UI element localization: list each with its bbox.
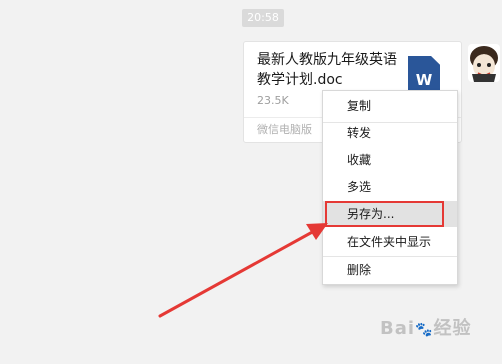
menu-item-forward[interactable]: 转发: [323, 120, 457, 146]
paw-icon: 🐾: [415, 322, 434, 338]
menu-item-favorite[interactable]: 收藏: [323, 147, 457, 173]
watermark-text: Bai: [380, 318, 416, 339]
file-source: 微信电脑版: [257, 123, 312, 136]
avatar[interactable]: [468, 44, 500, 82]
file-name: 最新人教版九年级英语教学计划.doc: [257, 52, 397, 88]
menu-item-show-in-folder[interactable]: 在文件夹中显示: [323, 229, 457, 255]
menu-item-copy[interactable]: 复制: [323, 93, 457, 119]
message-timestamp: 20:58: [242, 9, 284, 27]
context-menu: 复制 转发 收藏 多选 另存为... 在文件夹中显示 删除: [322, 90, 458, 285]
file-size: 23.5K: [257, 94, 289, 107]
menu-item-save-as[interactable]: 另存为...: [323, 201, 457, 227]
word-doc-icon-letter: W: [415, 71, 433, 89]
watermark: Bai🐾经验: [380, 314, 471, 340]
menu-item-multiselect[interactable]: 多选: [323, 174, 457, 200]
watermark-tail: 经验: [433, 318, 472, 339]
menu-item-delete[interactable]: 删除: [323, 257, 457, 283]
